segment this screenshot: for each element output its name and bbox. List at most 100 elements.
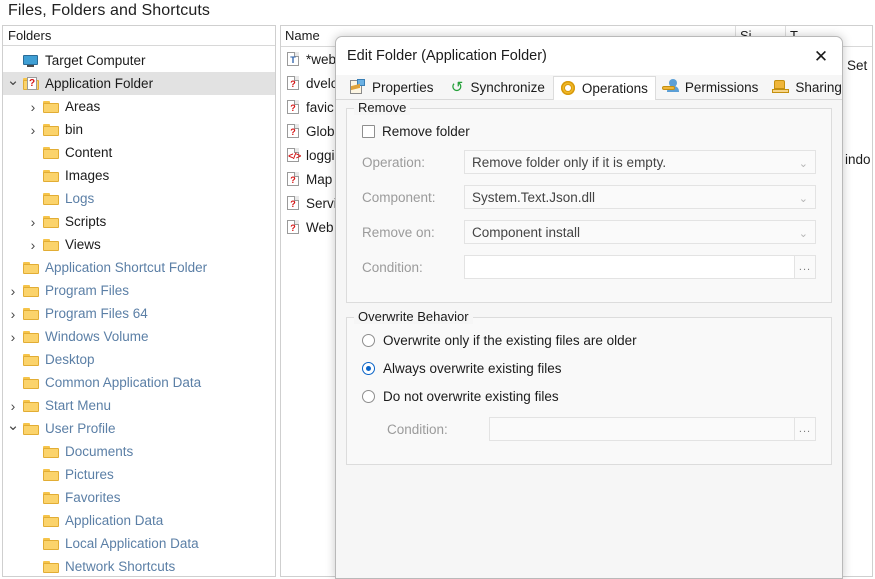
folder-icon <box>41 145 61 161</box>
chevron-closed-icon[interactable] <box>5 306 21 322</box>
tab-operations[interactable]: Operations <box>552 76 656 100</box>
chevron-down-icon[interactable]: ⌄ <box>799 151 808 175</box>
dialog-title: Edit Folder (Application Folder) <box>347 48 547 64</box>
radio-option[interactable]: Do not overwrite existing files <box>362 389 816 404</box>
tree-item[interactable]: Documents <box>3 440 275 463</box>
tree-item[interactable]: Application Shortcut Folder <box>3 256 275 279</box>
tree-item[interactable]: Start Menu <box>3 394 275 417</box>
tab-sharing[interactable]: Sharing <box>766 75 842 99</box>
field-row: Component: System.Text.Json.dll ⌄ <box>362 185 816 209</box>
unknown-file-icon: ? <box>285 219 303 235</box>
overwrite-group-legend: Overwrite Behavior <box>354 309 473 324</box>
tree-item[interactable]: Windows Volume <box>3 325 275 348</box>
tree-item[interactable]: Images <box>3 164 275 187</box>
radio-label: Always overwrite existing files <box>383 361 562 376</box>
tree-item[interactable]: Logs <box>3 187 275 210</box>
tree-item[interactable]: Areas <box>3 95 275 118</box>
tree-item-label: Network Shortcuts <box>65 559 176 574</box>
field-label: Condition: <box>362 259 423 275</box>
folders-panel-header: Folders <box>3 26 275 46</box>
folder-icon <box>41 559 61 575</box>
folder-icon <box>41 444 61 460</box>
folders-panel: Folders Target Computer? Application Fold… <box>2 25 276 577</box>
tab-permissions[interactable]: Permissions <box>656 75 767 99</box>
file-name: Map <box>306 171 333 187</box>
tree-item[interactable]: Scripts <box>3 210 275 233</box>
dialog-tabs[interactable]: Properties ↺ Synchronize Operations Permissi… <box>336 75 842 100</box>
radio-button[interactable] <box>362 362 375 375</box>
edit-folder-dialog: Edit Folder (Application Folder) ✕ Prope… <box>335 36 843 579</box>
file-name: Servi <box>306 195 337 211</box>
tree-item[interactable]: Desktop <box>3 348 275 371</box>
overwrite-behavior-group: Overwrite Behavior Overwrite only if the… <box>346 309 832 465</box>
tree-item[interactable]: ? Application Folder <box>3 72 275 95</box>
combobox-value: Remove folder only if it is empty. <box>472 154 667 170</box>
combobox-value: Component install <box>472 224 581 240</box>
tree-item[interactable]: Favorites <box>3 486 275 509</box>
chevron-down-icon[interactable]: ⌄ <box>799 186 808 210</box>
radio-option[interactable]: Always overwrite existing files <box>362 361 816 376</box>
tree-item-label: Windows Volume <box>45 329 149 344</box>
tree-item[interactable]: Views <box>3 233 275 256</box>
condition-browse-button[interactable]: ... <box>794 255 816 279</box>
folder-icon <box>21 283 41 299</box>
combobox-value: System.Text.Json.dll <box>472 189 596 205</box>
tree-item[interactable]: Pictures <box>3 463 275 486</box>
combobox[interactable]: Remove folder only if it is empty. ⌄ <box>464 150 816 174</box>
radio-button[interactable] <box>362 390 375 403</box>
tab-label: Permissions <box>684 79 759 95</box>
tree-item[interactable]: Local Application Data <box>3 532 275 555</box>
tab-properties[interactable]: Properties <box>343 75 442 99</box>
chevron-open-icon[interactable] <box>5 420 21 438</box>
folder-tree[interactable]: Target Computer? Application Folder Areas b… <box>3 46 275 579</box>
chevron-open-icon[interactable] <box>5 75 21 93</box>
tree-item[interactable]: Program Files <box>3 279 275 302</box>
tree-item-label: Common Application Data <box>45 375 202 390</box>
chevron-closed-icon[interactable] <box>25 237 41 253</box>
tree-item-label: Favorites <box>65 490 121 505</box>
tree-item[interactable]: Network Shortcuts <box>3 555 275 578</box>
dialog-body: Remove Remove folder Operation: Remove fo… <box>336 100 842 578</box>
chevron-down-icon[interactable]: ⌄ <box>799 221 808 245</box>
tree-item[interactable]: bin <box>3 118 275 141</box>
chevron-closed-icon[interactable] <box>5 398 21 414</box>
unknown-file-icon: ? <box>285 75 303 91</box>
gear-icon <box>559 80 578 97</box>
obscured-text: indo <box>845 152 871 167</box>
remove-folder-checkbox-row[interactable]: Remove folder <box>362 124 816 139</box>
tree-item[interactable]: User Profile <box>3 417 275 440</box>
folder-icon <box>41 513 61 529</box>
tree-item[interactable]: Content <box>3 141 275 164</box>
overwrite-condition-input[interactable] <box>489 417 794 441</box>
tree-item[interactable]: Application Data <box>3 509 275 532</box>
chevron-closed-icon[interactable] <box>5 329 21 345</box>
tab-label: Sharing <box>795 79 842 95</box>
tree-item[interactable]: Common Application Data <box>3 371 275 394</box>
radio-button[interactable] <box>362 334 375 347</box>
tree-item-label: Images <box>65 168 110 183</box>
field-row: Remove on: Component install ⌄ <box>362 220 816 244</box>
remove-folder-checkbox[interactable] <box>362 125 375 138</box>
combobox[interactable]: Component install ⌄ <box>464 220 816 244</box>
condition-input[interactable] <box>464 255 794 279</box>
chevron-closed-icon[interactable] <box>25 122 41 138</box>
chevron-closed-icon[interactable] <box>25 214 41 230</box>
close-icon[interactable]: ✕ <box>806 43 836 69</box>
tree-item[interactable]: Program Files 64 <box>3 302 275 325</box>
radio-option[interactable]: Overwrite only if the existing files are… <box>362 333 816 348</box>
tree-item-label: Content <box>65 145 113 160</box>
combobox[interactable]: System.Text.Json.dll ⌄ <box>464 185 816 209</box>
unknown-file-icon: ? <box>285 123 303 139</box>
overwrite-condition-browse-button[interactable]: ... <box>794 417 816 441</box>
sharing-icon <box>772 79 791 96</box>
tree-item[interactable]: Target Computer <box>3 49 275 72</box>
chevron-closed-icon[interactable] <box>5 283 21 299</box>
chevron-closed-icon[interactable] <box>25 99 41 115</box>
tab-synchronize[interactable]: ↺ Synchronize <box>442 75 553 99</box>
tree-item-label: User Profile <box>45 421 116 436</box>
synchronize-icon: ↺ <box>450 78 464 96</box>
folder-icon <box>21 421 41 437</box>
tree-item-label: Local Application Data <box>65 536 199 551</box>
file-name: favic <box>306 99 334 115</box>
monitor-icon <box>21 53 41 69</box>
